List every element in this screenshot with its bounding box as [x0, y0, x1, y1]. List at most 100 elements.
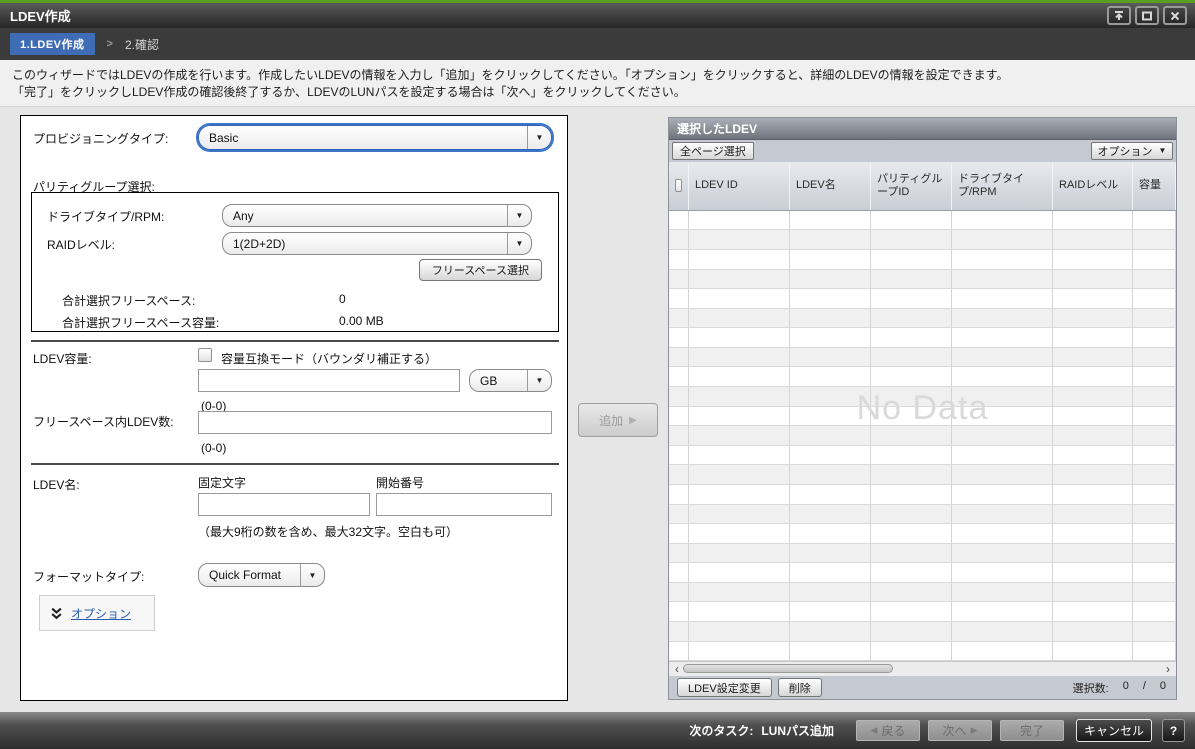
table-cell: [1133, 446, 1176, 465]
table-row: [669, 465, 1176, 485]
table-options-label: オプション: [1098, 143, 1153, 159]
select-all-checkbox[interactable]: [675, 179, 682, 192]
total-free-space-label: 合計選択フリースペース:: [62, 292, 195, 309]
options-expander[interactable]: オプション: [39, 595, 155, 631]
table-cell: [669, 583, 689, 602]
table-cell: [1133, 485, 1176, 504]
finish-button[interactable]: 完了: [1000, 720, 1064, 741]
table-cell: [689, 387, 790, 406]
table-cell: [790, 465, 871, 484]
drive-type-select[interactable]: Any ▼: [222, 204, 532, 227]
table-cell: [1053, 289, 1133, 308]
back-button[interactable]: ◀ 戻る: [856, 720, 920, 741]
delete-button[interactable]: 削除: [778, 678, 822, 697]
table-cell: [1133, 642, 1176, 661]
table-cell: [689, 465, 790, 484]
select-free-space-button[interactable]: フリースペース選択: [419, 259, 542, 281]
window-title: LDEV作成: [10, 6, 71, 25]
ldev-name-prefix-input[interactable]: [198, 493, 370, 516]
ldev-count-input[interactable]: [198, 411, 552, 434]
add-button[interactable]: 追加 ▶: [578, 403, 658, 437]
table-cell: [1053, 544, 1133, 563]
table-cell: [871, 563, 952, 582]
table-cell: [689, 211, 790, 230]
next-task-label: 次のタスク:: [689, 722, 753, 739]
table-row: [669, 583, 1176, 603]
change-ldev-settings-button[interactable]: LDEV設定変更: [677, 678, 772, 697]
table-cell: [669, 211, 689, 230]
scrollbar-thumb[interactable]: [683, 664, 893, 673]
ldev-capacity-input[interactable]: [198, 369, 460, 392]
table-cell: [1053, 485, 1133, 504]
next-button[interactable]: 次へ ▶: [928, 720, 992, 741]
table-cell: [790, 544, 871, 563]
provisioning-type-value: Basic: [199, 131, 527, 145]
table-cell: [689, 250, 790, 269]
ldev-name-start-input[interactable]: [376, 493, 552, 516]
table-cell: [952, 309, 1053, 328]
scroll-right-icon[interactable]: ›: [1162, 662, 1174, 676]
table-cell: [952, 367, 1053, 386]
table-cell: [1053, 328, 1133, 347]
column-header[interactable]: 容量: [1133, 162, 1176, 210]
column-header[interactable]: ドライブタイプ/RPM: [952, 162, 1053, 210]
table-cell: [669, 289, 689, 308]
table-options-button[interactable]: オプション ▼: [1091, 142, 1173, 160]
column-header[interactable]: パリティグループID: [871, 162, 952, 210]
table-cell: [790, 289, 871, 308]
table-cell: [689, 328, 790, 347]
table-cell: [952, 505, 1053, 524]
table-row: [669, 524, 1176, 544]
cancel-button[interactable]: キャンセル: [1076, 719, 1152, 742]
table-cell: [871, 426, 952, 445]
table-row: [669, 485, 1176, 505]
column-header[interactable]: RAIDレベル: [1053, 162, 1133, 210]
table-cell: [1053, 250, 1133, 269]
horizontal-scrollbar[interactable]: ‹ ›: [669, 661, 1176, 676]
ldev-capacity-label: LDEV容量:: [33, 350, 92, 367]
table-cell: [790, 230, 871, 249]
table-row: [669, 544, 1176, 564]
wizard-stepbar: 1.LDEV作成 > 2.確認: [0, 28, 1195, 60]
format-type-label: フォーマットタイプ:: [33, 568, 144, 585]
chevron-down-icon: ▼: [300, 564, 324, 586]
chevron-down-icon: ▼: [507, 233, 531, 254]
help-button[interactable]: ?: [1162, 719, 1185, 742]
table-cell: [871, 309, 952, 328]
table-cell: [669, 250, 689, 269]
arrow-right-icon: ▶: [971, 725, 978, 736]
total-free-capacity-value: 0.00 MB: [339, 314, 384, 328]
table-cell: [871, 211, 952, 230]
table-cell: [952, 485, 1053, 504]
capacity-compat-checkbox[interactable]: [198, 348, 212, 362]
scroll-left-icon[interactable]: ‹: [671, 662, 683, 676]
table-cell: [669, 642, 689, 661]
options-link[interactable]: オプション: [71, 605, 131, 622]
close-window-button[interactable]: [1163, 6, 1187, 25]
table-cell: [669, 622, 689, 641]
collapse-window-button[interactable]: [1107, 6, 1131, 25]
table-cell: [689, 602, 790, 621]
maximize-window-button[interactable]: [1135, 6, 1159, 25]
table-cell: [1133, 387, 1176, 406]
table-cell: [1053, 270, 1133, 289]
back-button-label: 戻る: [881, 722, 905, 739]
capacity-unit-select[interactable]: GB ▼: [469, 369, 552, 392]
table-cell: [1133, 563, 1176, 582]
maximize-icon: [1141, 10, 1153, 22]
table-cell: [1053, 348, 1133, 367]
provisioning-type-select[interactable]: Basic ▼: [198, 125, 552, 150]
ldev-name-note: （最大9桁の数を含め、最大32文字。空白も可）: [198, 523, 458, 540]
table-cell: [689, 524, 790, 543]
instruction-line-2: 「完了」をクリックしLDEV作成の確認後終了するか、LDEVのLUNパスを設定す…: [12, 84, 1183, 101]
column-header[interactable]: LDEV ID: [689, 162, 790, 210]
select-all-pages-button[interactable]: 全ページ選択: [672, 142, 754, 160]
raid-level-label: RAIDレベル:: [47, 236, 115, 253]
raid-level-select[interactable]: 1(2D+2D) ▼: [222, 232, 532, 255]
column-header[interactable]: LDEV名: [790, 162, 871, 210]
ldev-name-prefix-label: 固定文字: [198, 474, 246, 491]
wizard-instructions: このウィザードではLDEVの作成を行います。作成したいLDEVの情報を入力し「追…: [0, 60, 1195, 107]
arrow-right-icon: ▶: [629, 415, 637, 426]
table-cell: [952, 602, 1053, 621]
format-type-select[interactable]: Quick Format ▼: [198, 563, 325, 587]
